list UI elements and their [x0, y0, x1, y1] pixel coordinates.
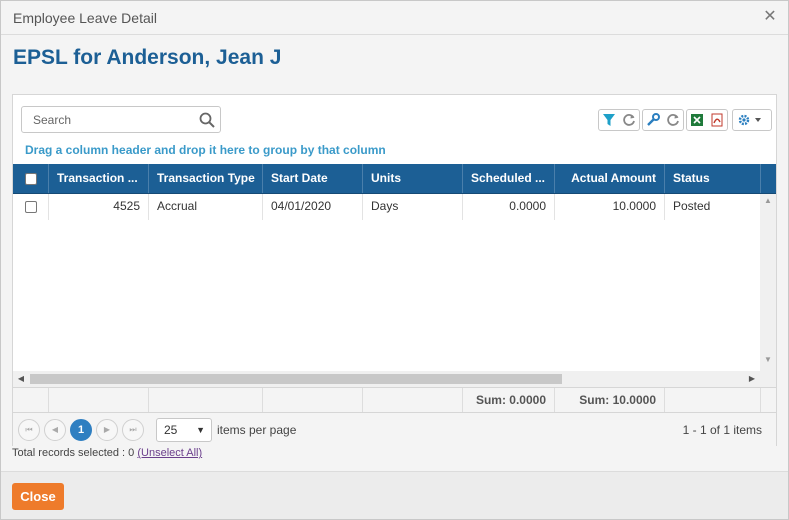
page-size-value: 25 — [164, 423, 178, 437]
current-page-button[interactable]: 1 — [70, 419, 92, 441]
search-icon[interactable] — [198, 111, 216, 129]
horizontal-scroll-thumb[interactable] — [30, 374, 562, 384]
settings-menu[interactable] — [733, 110, 771, 130]
filter-icon[interactable] — [599, 110, 619, 130]
header-select-all — [13, 164, 49, 193]
dialog-footer: Close — [1, 471, 788, 519]
vertical-scrollbar[interactable]: ▲ ▼ — [760, 194, 776, 371]
employee-leave-dialog: Employee Leave Detail ✕ EPSL for Anderso… — [0, 0, 789, 520]
search-input[interactable] — [22, 107, 198, 132]
horizontal-scrollbar[interactable]: ◀ ▶ — [13, 371, 776, 387]
selection-count-label: Total records selected : 0 — [12, 447, 135, 459]
scroll-up-icon[interactable]: ▲ — [760, 196, 776, 210]
last-page-icon[interactable]: ⏭ — [122, 419, 144, 441]
footer-cell — [363, 388, 463, 412]
footer-actual-sum: Sum: 10.0000 — [555, 388, 665, 412]
items-per-page-label: items per page — [217, 423, 297, 437]
row-select-cell — [13, 194, 49, 220]
dialog-titlebar: Employee Leave Detail ✕ — [1, 1, 788, 35]
header-band: EPSL for Anderson, Jean J — [1, 35, 788, 83]
group-by-hint: Drag a column header and drop it here to… — [25, 143, 386, 157]
column-header-status[interactable]: Status — [665, 164, 761, 193]
cell-actual-amount: 10.0000 — [555, 194, 665, 220]
gear-icon — [738, 114, 761, 126]
dialog-title: Employee Leave Detail — [13, 10, 157, 26]
cell-units: Days — [363, 194, 463, 220]
column-header-actual-amount[interactable]: Actual Amount — [555, 164, 665, 193]
first-page-icon[interactable]: ⏮ — [18, 419, 40, 441]
reset-columns-icon[interactable] — [663, 110, 683, 130]
columns-toolgroup — [642, 109, 684, 131]
row-checkbox[interactable] — [24, 200, 37, 213]
wrench-icon[interactable] — [643, 110, 663, 130]
footer-cell — [665, 388, 761, 412]
close-button[interactable]: Close — [12, 483, 64, 510]
page-title: EPSL for Anderson, Jean J — [13, 46, 282, 69]
close-icon[interactable]: ✕ — [762, 8, 778, 26]
grid-header: Transaction ... Transaction Type Start D… — [13, 164, 776, 194]
grid-footer: Sum: 0.0000 Sum: 10.0000 — [13, 387, 776, 413]
footer-cell — [263, 388, 363, 412]
column-header-start-date[interactable]: Start Date — [263, 164, 363, 193]
cell-transaction-type: Accrual — [149, 194, 263, 220]
footer-cell — [49, 388, 149, 412]
settings-toolgroup — [732, 109, 772, 131]
cell-transaction: 4525 — [49, 194, 149, 220]
cell-scheduled: 0.0000 — [463, 194, 555, 220]
chevron-down-icon: ▼ — [196, 425, 205, 435]
scroll-down-icon[interactable]: ▼ — [760, 355, 776, 369]
column-header-scheduled[interactable]: Scheduled ... — [463, 164, 555, 193]
table-row[interactable]: 4525 Accrual 04/01/2020 Days 0.0000 10.0… — [13, 194, 760, 220]
grid-body: 4525 Accrual 04/01/2020 Days 0.0000 10.0… — [13, 194, 776, 371]
grid-pager: ⏮ ◀ 1 ▶ ⏭ 25 ▼ items per page 1 - 1 of 1… — [13, 413, 776, 446]
next-page-icon[interactable]: ▶ — [96, 419, 118, 441]
footer-scheduled-sum: Sum: 0.0000 — [463, 388, 555, 412]
excel-export-icon[interactable] — [687, 110, 707, 130]
cell-status: Posted — [673, 199, 711, 213]
reset-filter-icon[interactable] — [619, 110, 639, 130]
previous-page-icon[interactable]: ◀ — [44, 419, 66, 441]
footer-cell — [13, 388, 49, 412]
export-toolgroup — [686, 109, 728, 131]
search-box — [21, 106, 221, 133]
filter-toolgroup — [598, 109, 640, 131]
column-header-transaction[interactable]: Transaction ... — [49, 164, 149, 193]
cell-start-date: 04/01/2020 — [263, 194, 363, 220]
unselect-all-link[interactable]: (Unselect All) — [137, 447, 202, 459]
pager-info: 1 - 1 of 1 items — [682, 423, 762, 437]
grid-panel: Drag a column header and drop it here to… — [12, 94, 777, 446]
column-header-transaction-type[interactable]: Transaction Type — [149, 164, 263, 193]
pdf-export-icon[interactable] — [707, 110, 727, 130]
page-size-select[interactable]: 25 ▼ — [156, 418, 212, 442]
scroll-right-icon[interactable]: ▶ — [744, 371, 760, 387]
column-header-units[interactable]: Units — [363, 164, 463, 193]
leave-grid: Transaction ... Transaction Type Start D… — [13, 164, 776, 446]
footer-cell — [149, 388, 263, 412]
selection-summary: Total records selected : 0 (Unselect All… — [12, 447, 202, 459]
scroll-left-icon[interactable]: ◀ — [13, 371, 29, 387]
select-all-checkbox[interactable] — [24, 172, 37, 185]
